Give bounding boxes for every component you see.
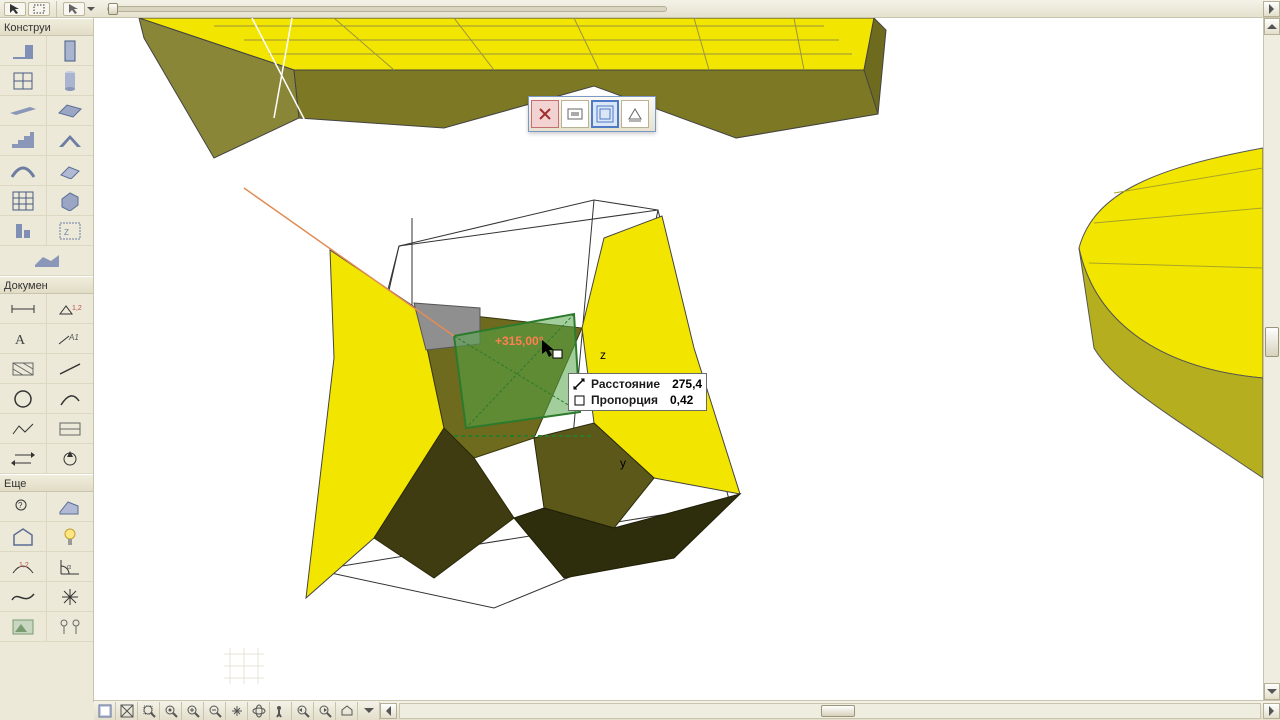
level-dim-tool-icon[interactable]: 1,2: [47, 294, 94, 324]
toolbox-section-more: Еще: [0, 474, 93, 492]
axis-z-label: z: [600, 348, 606, 362]
axis-y-label: y: [620, 456, 626, 470]
scroll-down-button[interactable]: [1264, 683, 1280, 700]
detail-tool-icon[interactable]: ?: [0, 492, 47, 522]
nav-zoom-window-icon[interactable]: [138, 702, 160, 720]
morph-tool-icon[interactable]: [47, 186, 94, 216]
svg-text:α: α: [67, 564, 71, 571]
vertical-scrollbar[interactable]: [1263, 18, 1280, 700]
spline-tool-icon[interactable]: [0, 582, 47, 612]
tracker-distance-value: 275,4: [666, 376, 702, 392]
svg-text:Z: Z: [64, 228, 69, 237]
hotspot-tool-icon[interactable]: [47, 582, 94, 612]
scroll-up-button[interactable]: [1264, 18, 1280, 35]
tracker-tooltip: Расстояние 275,4 Пропорция 0,42: [568, 373, 707, 411]
nav-next-view-icon[interactable]: [314, 702, 336, 720]
nav-dropdown-icon[interactable]: [358, 702, 380, 720]
tracker-distance-label: Расстояние: [591, 376, 660, 392]
toolbox-section-design: Конструи: [0, 18, 93, 36]
drawing-tool-icon[interactable]: [47, 414, 94, 444]
model-scene: [94, 18, 1263, 700]
label-tool-icon[interactable]: A1: [47, 324, 94, 354]
worksheet-tool-icon[interactable]: [47, 492, 94, 522]
hscroll-right-button[interactable]: [1263, 703, 1280, 719]
distance-icon: [573, 378, 585, 390]
figure-tool-icon[interactable]: [0, 612, 47, 642]
top-toolbar: [0, 0, 1280, 18]
tracker-ratio-value: 0,42: [664, 392, 693, 408]
hscroll-thumb[interactable]: [821, 705, 855, 717]
model-viewport[interactable]: +315,00° z y Расстояние 275,4: [94, 18, 1263, 700]
svg-text:1,2: 1,2: [72, 305, 82, 312]
window-tool-icon[interactable]: [0, 66, 47, 96]
grid-tool-icon[interactable]: [47, 612, 94, 642]
svg-text:A1: A1: [68, 333, 79, 342]
dimension-readout: +315,00°: [495, 334, 544, 348]
hscroll-left-button[interactable]: [380, 703, 397, 719]
vscroll-thumb[interactable]: [1265, 327, 1279, 357]
arrow-select-icon[interactable]: [4, 2, 26, 16]
curtainwall-tool-icon[interactable]: [0, 186, 47, 216]
section-tool-icon[interactable]: [0, 444, 47, 474]
origin-grid-icon: [224, 648, 264, 684]
svg-text:A: A: [15, 333, 26, 348]
column-tool-icon[interactable]: [47, 66, 94, 96]
ratio-icon: [573, 394, 585, 406]
polyline-tool-icon[interactable]: [0, 414, 47, 444]
mesh-tool-icon[interactable]: [0, 246, 93, 276]
line-tool-icon[interactable]: [47, 354, 94, 384]
pet-close-icon[interactable]: [531, 100, 559, 128]
roof-tool-icon[interactable]: [47, 126, 94, 156]
nav-home-view-icon[interactable]: [336, 702, 358, 720]
angle-dim-tool-icon[interactable]: α: [47, 552, 94, 582]
scroll-right-button[interactable]: [1263, 1, 1280, 17]
interior-tool-icon[interactable]: [0, 522, 47, 552]
toolbox-section-document: Докумен: [0, 276, 93, 294]
elevation-tool-icon[interactable]: [47, 444, 94, 474]
scene-roof-slab: [139, 18, 886, 158]
radial-dim-tool-icon[interactable]: 1,2: [0, 552, 47, 582]
toolbox-panel: Конструи Z Докумен 1,2 A A1 Еще ?: [0, 18, 94, 702]
nav-zoom-in-icon[interactable]: [182, 702, 204, 720]
nav-prev-view-icon[interactable]: [292, 702, 314, 720]
dropdown-icon[interactable]: [87, 7, 95, 11]
pet-offset-edge-icon[interactable]: [561, 100, 589, 128]
door-tool-icon[interactable]: [47, 36, 94, 66]
cursor-arrow-icon[interactable]: [63, 2, 85, 16]
nav-orbit-icon[interactable]: [248, 702, 270, 720]
nav-zoom-out-icon[interactable]: [204, 702, 226, 720]
pet-offset-all-icon[interactable]: [591, 100, 619, 128]
beam-tool-icon[interactable]: [0, 96, 47, 126]
shell-tool-icon[interactable]: [0, 156, 47, 186]
svg-text:1,2: 1,2: [19, 562, 29, 569]
tracker-ratio-label: Пропорция: [591, 392, 658, 408]
marquee-icon[interactable]: [28, 2, 50, 16]
text-tool-icon[interactable]: A: [0, 324, 47, 354]
circle-tool-icon[interactable]: [0, 384, 47, 414]
nav-fit-icon[interactable]: [116, 702, 138, 720]
edit-cursor-icon: [542, 340, 562, 360]
zoom-slider-thumb[interactable]: [108, 3, 118, 15]
horizontal-scrollbar[interactable]: [399, 703, 1261, 719]
pet-extrude-icon[interactable]: [621, 100, 649, 128]
zone-tool-icon[interactable]: Z: [47, 216, 94, 246]
object-tool-icon[interactable]: [0, 216, 47, 246]
fill-tool-icon[interactable]: [0, 354, 47, 384]
nav-pan-icon[interactable]: [226, 702, 248, 720]
wall-tool-icon[interactable]: [0, 36, 47, 66]
navigator-bar: [94, 700, 1280, 720]
lamp-tool-icon[interactable]: [47, 522, 94, 552]
scene-right-solid: [1079, 148, 1263, 478]
arc-tool-icon[interactable]: [47, 384, 94, 414]
stair-tool-icon[interactable]: [0, 126, 47, 156]
svg-text:?: ?: [18, 501, 23, 510]
nav-zoom-selected-icon[interactable]: [160, 702, 182, 720]
slab-tool-icon[interactable]: [47, 96, 94, 126]
zoom-slider[interactable]: [107, 6, 667, 12]
nav-options-icon[interactable]: [94, 702, 116, 720]
nav-explore-icon[interactable]: [270, 702, 292, 720]
pet-palette[interactable]: [528, 96, 656, 132]
skylight-tool-icon[interactable]: [47, 156, 94, 186]
dimension-tool-icon[interactable]: [0, 294, 47, 324]
